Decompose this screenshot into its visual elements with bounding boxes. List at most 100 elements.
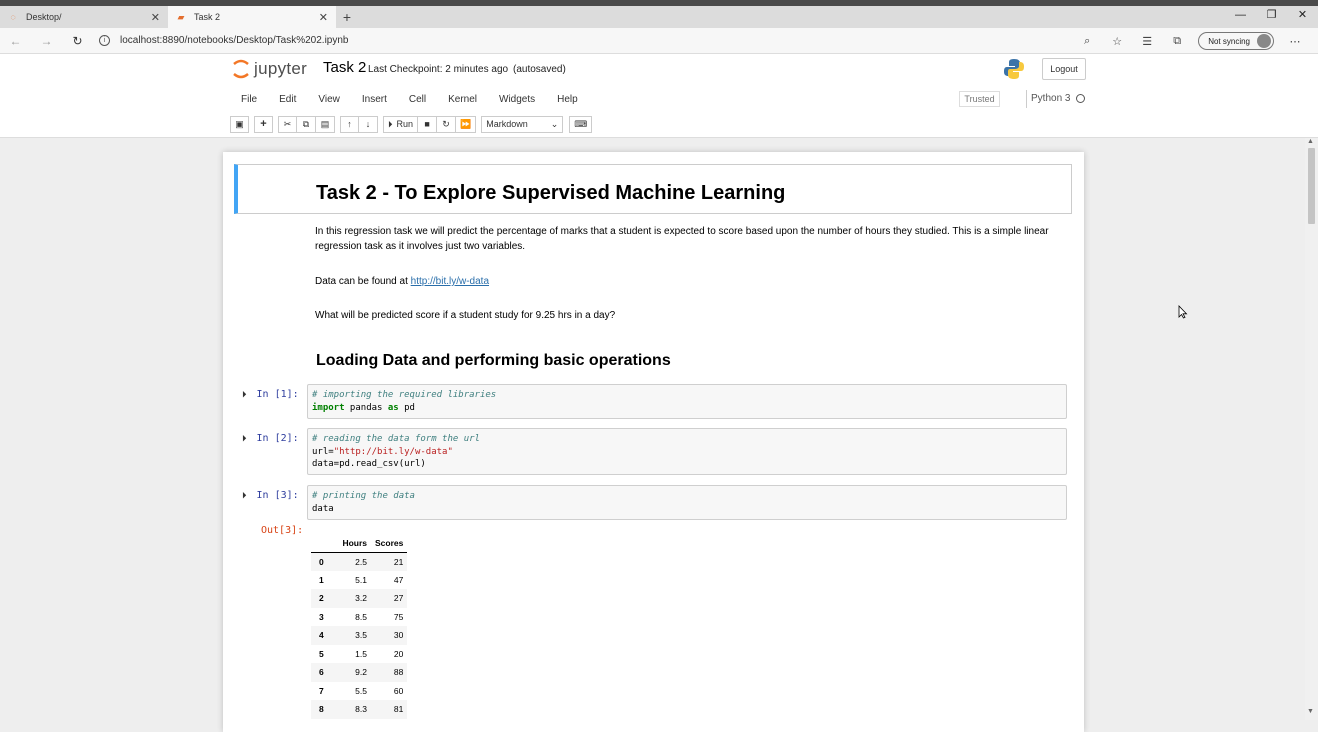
- interrupt-button[interactable]: ■: [418, 115, 438, 133]
- section-heading: Loading Data and performing basic operat…: [316, 352, 671, 369]
- table-cell: 20: [393, 648, 404, 659]
- run-cell-icon[interactable]: ⏵: [242, 390, 247, 400]
- table-cell: 8.3: [355, 704, 367, 715]
- move-up-button[interactable]: ↑: [340, 115, 359, 133]
- menu-view[interactable]: View: [307, 94, 351, 105]
- row-index: 1: [319, 574, 324, 585]
- insert-cell-button[interactable]: +: [254, 115, 273, 133]
- minimize-icon[interactable]: —: [1225, 6, 1256, 28]
- checkpoint-status: Last Checkpoint: 2 minutes ago: [368, 64, 509, 75]
- paste-button[interactable]: ▤: [316, 115, 335, 133]
- code-text: data: [312, 503, 334, 514]
- menu-file[interactable]: File: [230, 94, 268, 105]
- menu-widgets[interactable]: Widgets: [488, 94, 546, 105]
- code-line: # reading the data form the url: [312, 433, 1062, 446]
- table-row: 2 3.2 27: [311, 589, 408, 608]
- refresh-icon[interactable]: ↻: [62, 34, 93, 48]
- code-cell-2[interactable]: # reading the data form the url url="htt…: [307, 428, 1067, 475]
- copy-button[interactable]: ⧉: [297, 115, 316, 133]
- step-forward-icon: ⏵: [388, 118, 393, 129]
- table-cell: 27: [393, 593, 404, 604]
- close-icon[interactable]: ✕: [151, 11, 160, 24]
- restart-icon: ↻: [442, 118, 450, 129]
- cell-prompt: ⏵ In [2]:: [242, 433, 299, 444]
- sync-button[interactable]: Not syncing: [1198, 32, 1274, 50]
- favorites-list-icon[interactable]: ☰: [1132, 35, 1162, 48]
- run-cell-icon[interactable]: ⏵: [242, 491, 247, 501]
- column-header: Scores: [371, 534, 408, 553]
- out-prompt: Out[3]:: [261, 525, 304, 536]
- run-cell-icon[interactable]: ⏵: [242, 434, 247, 444]
- menu-edit[interactable]: Edit: [268, 94, 307, 105]
- tab-task2[interactable]: ▰ Task 2 ✕: [168, 6, 336, 28]
- code-line: # importing the required libraries: [312, 389, 1062, 402]
- page-scrollbar[interactable]: ▲ ▼: [1305, 138, 1318, 720]
- restart-run-all-button[interactable]: ⏩: [456, 115, 477, 133]
- menu-cell[interactable]: Cell: [398, 94, 437, 105]
- menu-insert[interactable]: Insert: [351, 94, 398, 105]
- new-tab-button[interactable]: +: [336, 6, 358, 28]
- kernel-separator: [1026, 90, 1027, 108]
- stop-icon: ■: [424, 119, 430, 129]
- zoom-icon[interactable]: ⌕: [1072, 35, 1102, 48]
- restore-icon[interactable]: ❐: [1256, 6, 1287, 28]
- sync-label: Not syncing: [1208, 36, 1250, 46]
- copy-icon: ⧉: [302, 118, 310, 129]
- code-text: url=: [312, 446, 334, 457]
- scroll-thumb[interactable]: [1308, 148, 1315, 224]
- trusted-indicator[interactable]: Trusted: [959, 91, 1000, 107]
- scroll-up-icon[interactable]: ▲: [1307, 138, 1314, 145]
- run-button[interactable]: ⏵ Run: [383, 115, 419, 133]
- menu-help[interactable]: Help: [546, 94, 589, 105]
- table-cell: 30: [393, 630, 404, 641]
- fast-forward-icon: ⏩: [460, 118, 472, 129]
- code-text: data=pd.read_csv(url): [312, 459, 426, 469]
- code-line: import pandas as pd: [312, 402, 1062, 415]
- table-cell: 3.5: [355, 630, 367, 641]
- tab-title: Task 2: [194, 12, 221, 22]
- tab-desktop[interactable]: ◌ Desktop/ ✕: [0, 6, 168, 28]
- data-source-paragraph: Data can be found at http://bit.ly/w-dat…: [315, 274, 1067, 289]
- avatar: [1257, 34, 1271, 48]
- scroll-down-icon[interactable]: ▼: [1307, 708, 1314, 715]
- code-line: data: [312, 503, 1062, 516]
- url-field[interactable]: i localhost:8890/notebooks/Desktop/Task%…: [99, 35, 348, 46]
- save-button[interactable]: ▣: [230, 115, 249, 133]
- forward-icon[interactable]: →: [31, 34, 62, 48]
- code-cell-3[interactable]: # printing the data data: [307, 485, 1067, 520]
- more-icon[interactable]: ⋯: [1280, 35, 1310, 48]
- menu-kernel[interactable]: Kernel: [437, 94, 488, 105]
- close-icon[interactable]: ✕: [319, 11, 328, 24]
- logout-button[interactable]: Logout: [1042, 58, 1086, 80]
- move-down-button[interactable]: ↓: [359, 115, 378, 133]
- table-cell: 2.5: [355, 556, 367, 567]
- code-comment: # reading the data form the url: [312, 434, 480, 444]
- code-text: pd: [398, 402, 415, 413]
- notebook-title[interactable]: Task 2: [323, 59, 366, 76]
- code-keyword: as: [387, 402, 399, 413]
- cut-button[interactable]: ✂: [278, 115, 297, 133]
- cell-type-select[interactable]: Markdown ⌄: [481, 115, 564, 133]
- address-bar: ← → ↻ i localhost:8890/notebooks/Desktop…: [0, 28, 1318, 54]
- restart-button[interactable]: ↻: [437, 115, 457, 133]
- scissors-icon: ✂: [283, 118, 292, 129]
- data-link[interactable]: http://bit.ly/w-data: [411, 276, 489, 287]
- code-comment: # printing the data: [312, 491, 415, 501]
- jupyter-logo[interactable]: jupyter: [232, 58, 307, 80]
- info-icon[interactable]: i: [99, 35, 110, 46]
- autosave-status: (autosaved): [513, 64, 566, 75]
- table-row: 1 5.1 47: [311, 571, 407, 590]
- code-comment: # importing the required libraries: [312, 390, 497, 400]
- command-palette-button[interactable]: ⌨: [569, 115, 593, 133]
- back-icon[interactable]: ←: [0, 34, 31, 48]
- collections-icon[interactable]: ⧉: [1162, 35, 1192, 48]
- code-cell-1[interactable]: # importing the required libraries impor…: [307, 384, 1067, 419]
- favorite-icon[interactable]: ☆: [1102, 35, 1132, 48]
- dataframe-table: Hours Scores 0 2.5 21 1 5.1 47 2 3.2 27 3 8.5 75…: [311, 534, 408, 719]
- row-index: 2: [319, 593, 324, 604]
- table-cell: 60: [393, 685, 404, 696]
- close-window-icon[interactable]: ✕: [1287, 6, 1318, 28]
- row-index: 6: [319, 667, 324, 678]
- cell-prompt: ⏵ In [3]:: [242, 490, 299, 501]
- arrow-down-icon: ↓: [365, 119, 371, 129]
